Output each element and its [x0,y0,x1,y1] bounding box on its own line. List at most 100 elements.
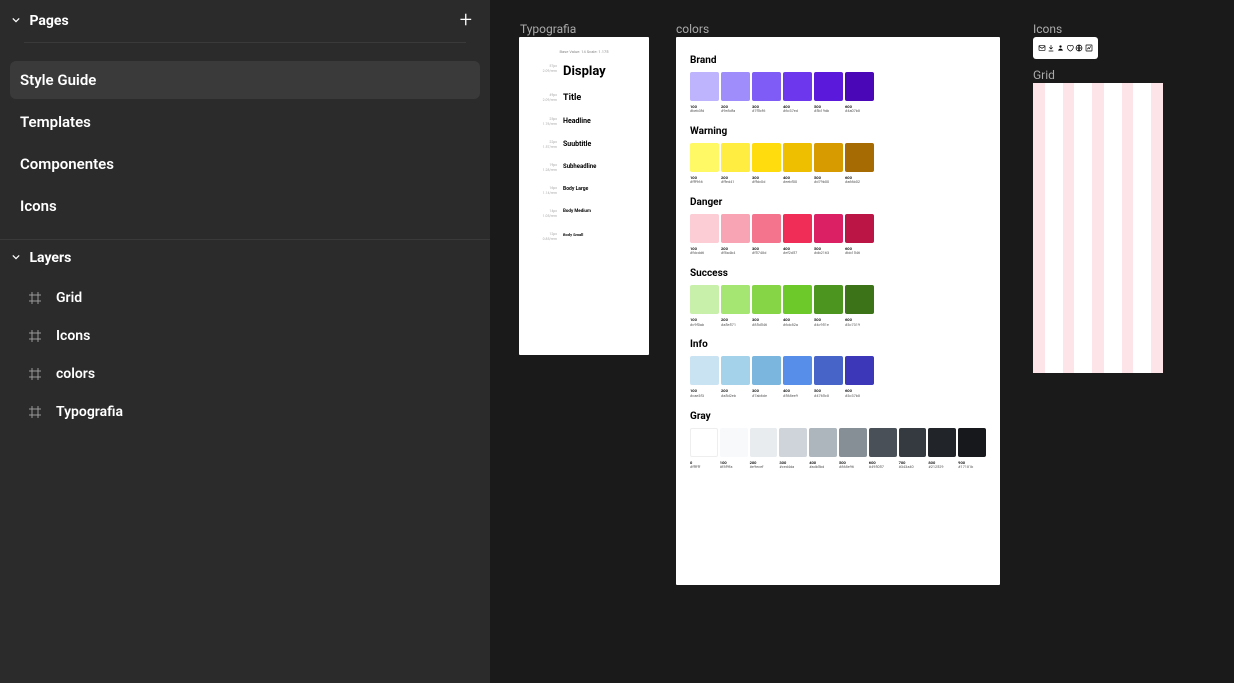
frame-label-icons[interactable]: Icons [1033,22,1062,36]
color-swatch[interactable] [928,428,956,457]
color-swatch[interactable] [783,285,812,314]
color-swatch[interactable] [814,356,843,385]
color-swatch[interactable] [814,214,843,243]
color-swatch[interactable] [720,428,748,457]
pages-panel-header[interactable]: Pages + [0,0,490,42]
color-swatch[interactable] [752,356,781,385]
swatch-label: 200#e9ecef [750,460,778,470]
color-swatch[interactable] [845,72,874,101]
swatch-label: 100#f8f9fa [720,460,748,470]
layer-label: Typografia [56,404,123,420]
color-swatch[interactable] [721,356,750,385]
color-section-title: Gray [690,411,986,422]
color-swatch[interactable] [783,214,812,243]
swatch-label: 300#ced4da [779,460,807,470]
type-scale-meta: 25px1.76/rem [527,117,563,126]
swatch-label-row: 100#c9f0ab200#a5e571300#85d546400#6dc82a… [690,317,986,327]
swatch-row [690,143,986,172]
color-swatch[interactable] [845,214,874,243]
page-row[interactable]: Templates [10,103,480,141]
layer-row[interactable]: colors [10,358,480,390]
swatch-label: 100#c9f0ab [690,317,719,327]
color-swatch[interactable] [721,72,750,101]
color-swatch[interactable] [783,143,812,172]
layer-row[interactable]: Icons [10,320,480,352]
color-swatch[interactable] [690,356,719,385]
color-swatch[interactable] [958,428,986,457]
swatch-label: 500#5b19db [814,104,843,114]
frame-label-typografia[interactable]: Typografia [520,22,576,36]
color-swatch[interactable] [783,72,812,101]
color-swatch[interactable] [750,428,778,457]
layer-row[interactable]: Typografia [10,396,480,428]
layer-row[interactable]: Grid [10,282,480,314]
swatch-label: 500#868e96 [839,460,867,470]
typografia-frame[interactable]: Base Value: 14 Scale: 1.175 57px2.09/rem… [519,37,649,355]
color-swatch[interactable] [809,428,837,457]
color-swatch[interactable] [869,428,897,457]
chart-icon [1085,44,1093,52]
type-scale-label: Title [563,93,641,103]
icons-frame[interactable] [1033,37,1098,59]
color-swatch[interactable] [721,285,750,314]
color-swatch[interactable] [845,143,874,172]
color-swatch[interactable] [783,356,812,385]
color-swatch[interactable] [814,143,843,172]
color-swatch[interactable] [690,214,719,243]
swatch-label-row: 100#cae3f3200#a5d2eb300#7ab6de400#568ee9… [690,388,986,398]
color-swatch[interactable] [690,285,719,314]
type-scale-row: 19px1.28/remSubheadline [527,163,641,172]
swatch-label: 300#ffdc0d [752,175,781,185]
type-scale-meta: 49px2.09/rem [527,93,563,102]
swatch-label: 800#212529 [928,460,956,470]
color-swatch[interactable] [752,214,781,243]
color-swatch[interactable] [814,72,843,101]
frame-label-grid[interactable]: Grid [1033,68,1055,82]
color-swatch[interactable] [690,72,719,101]
color-swatch[interactable] [721,214,750,243]
swatch-label-row: 100#beb3fd200#9e8dfa300#7f5cf6400#6c37ed… [690,104,986,114]
color-swatch[interactable] [839,428,867,457]
add-page-button[interactable]: + [460,10,472,32]
colors-frame[interactable]: Brand100#beb3fd200#9e8dfa300#7f5cf6400#6… [676,37,1000,585]
swatch-label: 900#17181b [958,460,986,470]
swatch-label: 400#eebf00 [783,175,812,185]
swatch-row [690,428,986,457]
color-swatch[interactable] [752,285,781,314]
color-swatch[interactable] [845,356,874,385]
swatch-label-row: 0#ffffff100#f8f9fa200#e9ecef300#ced4da40… [690,460,986,470]
frame-icon [24,291,46,305]
swatch-label: 700#343a40 [899,460,927,470]
layers-panel-header[interactable]: Layers [0,240,490,276]
color-swatch[interactable] [721,143,750,172]
page-row[interactable]: Componentes [10,145,480,183]
page-row[interactable]: Icons [10,187,480,225]
type-scale-meta: 14px1.05/rem [527,209,563,218]
type-scale-meta: 22px1.57/rem [527,140,563,149]
swatch-label: 600#a66b02 [845,175,874,185]
swatch-label: 400#6dc82a [783,317,812,327]
type-scale-row: 49px2.09/remTitle [527,93,641,103]
swatch-label: 200#f8a4b4 [721,246,750,256]
swatch-label: 100#fff966 [690,175,719,185]
color-swatch[interactable] [690,143,719,172]
color-swatch[interactable] [690,428,718,457]
globe-icon [1075,44,1083,52]
swatch-label: 200#ffed41 [721,175,750,185]
pages-panel-label: Pages [12,13,69,29]
grid-frame[interactable] [1033,83,1163,373]
canvas[interactable]: Typografia colors Icons Grid Base Value:… [490,0,1234,683]
color-swatch[interactable] [845,285,874,314]
color-section-title: Success [690,268,986,279]
typografia-header: Base Value: 14 Scale: 1.175 [527,49,641,54]
swatch-label: 0#ffffff [690,460,718,470]
color-swatch[interactable] [779,428,807,457]
frame-label-colors[interactable]: colors [676,22,709,36]
swatch-label: 600#bb1546 [845,246,874,256]
layers-panel-label: Layers [12,250,71,266]
color-swatch[interactable] [752,72,781,101]
color-swatch[interactable] [752,143,781,172]
color-swatch[interactable] [899,428,927,457]
color-swatch[interactable] [814,285,843,314]
page-row[interactable]: Style Guide [10,61,480,99]
